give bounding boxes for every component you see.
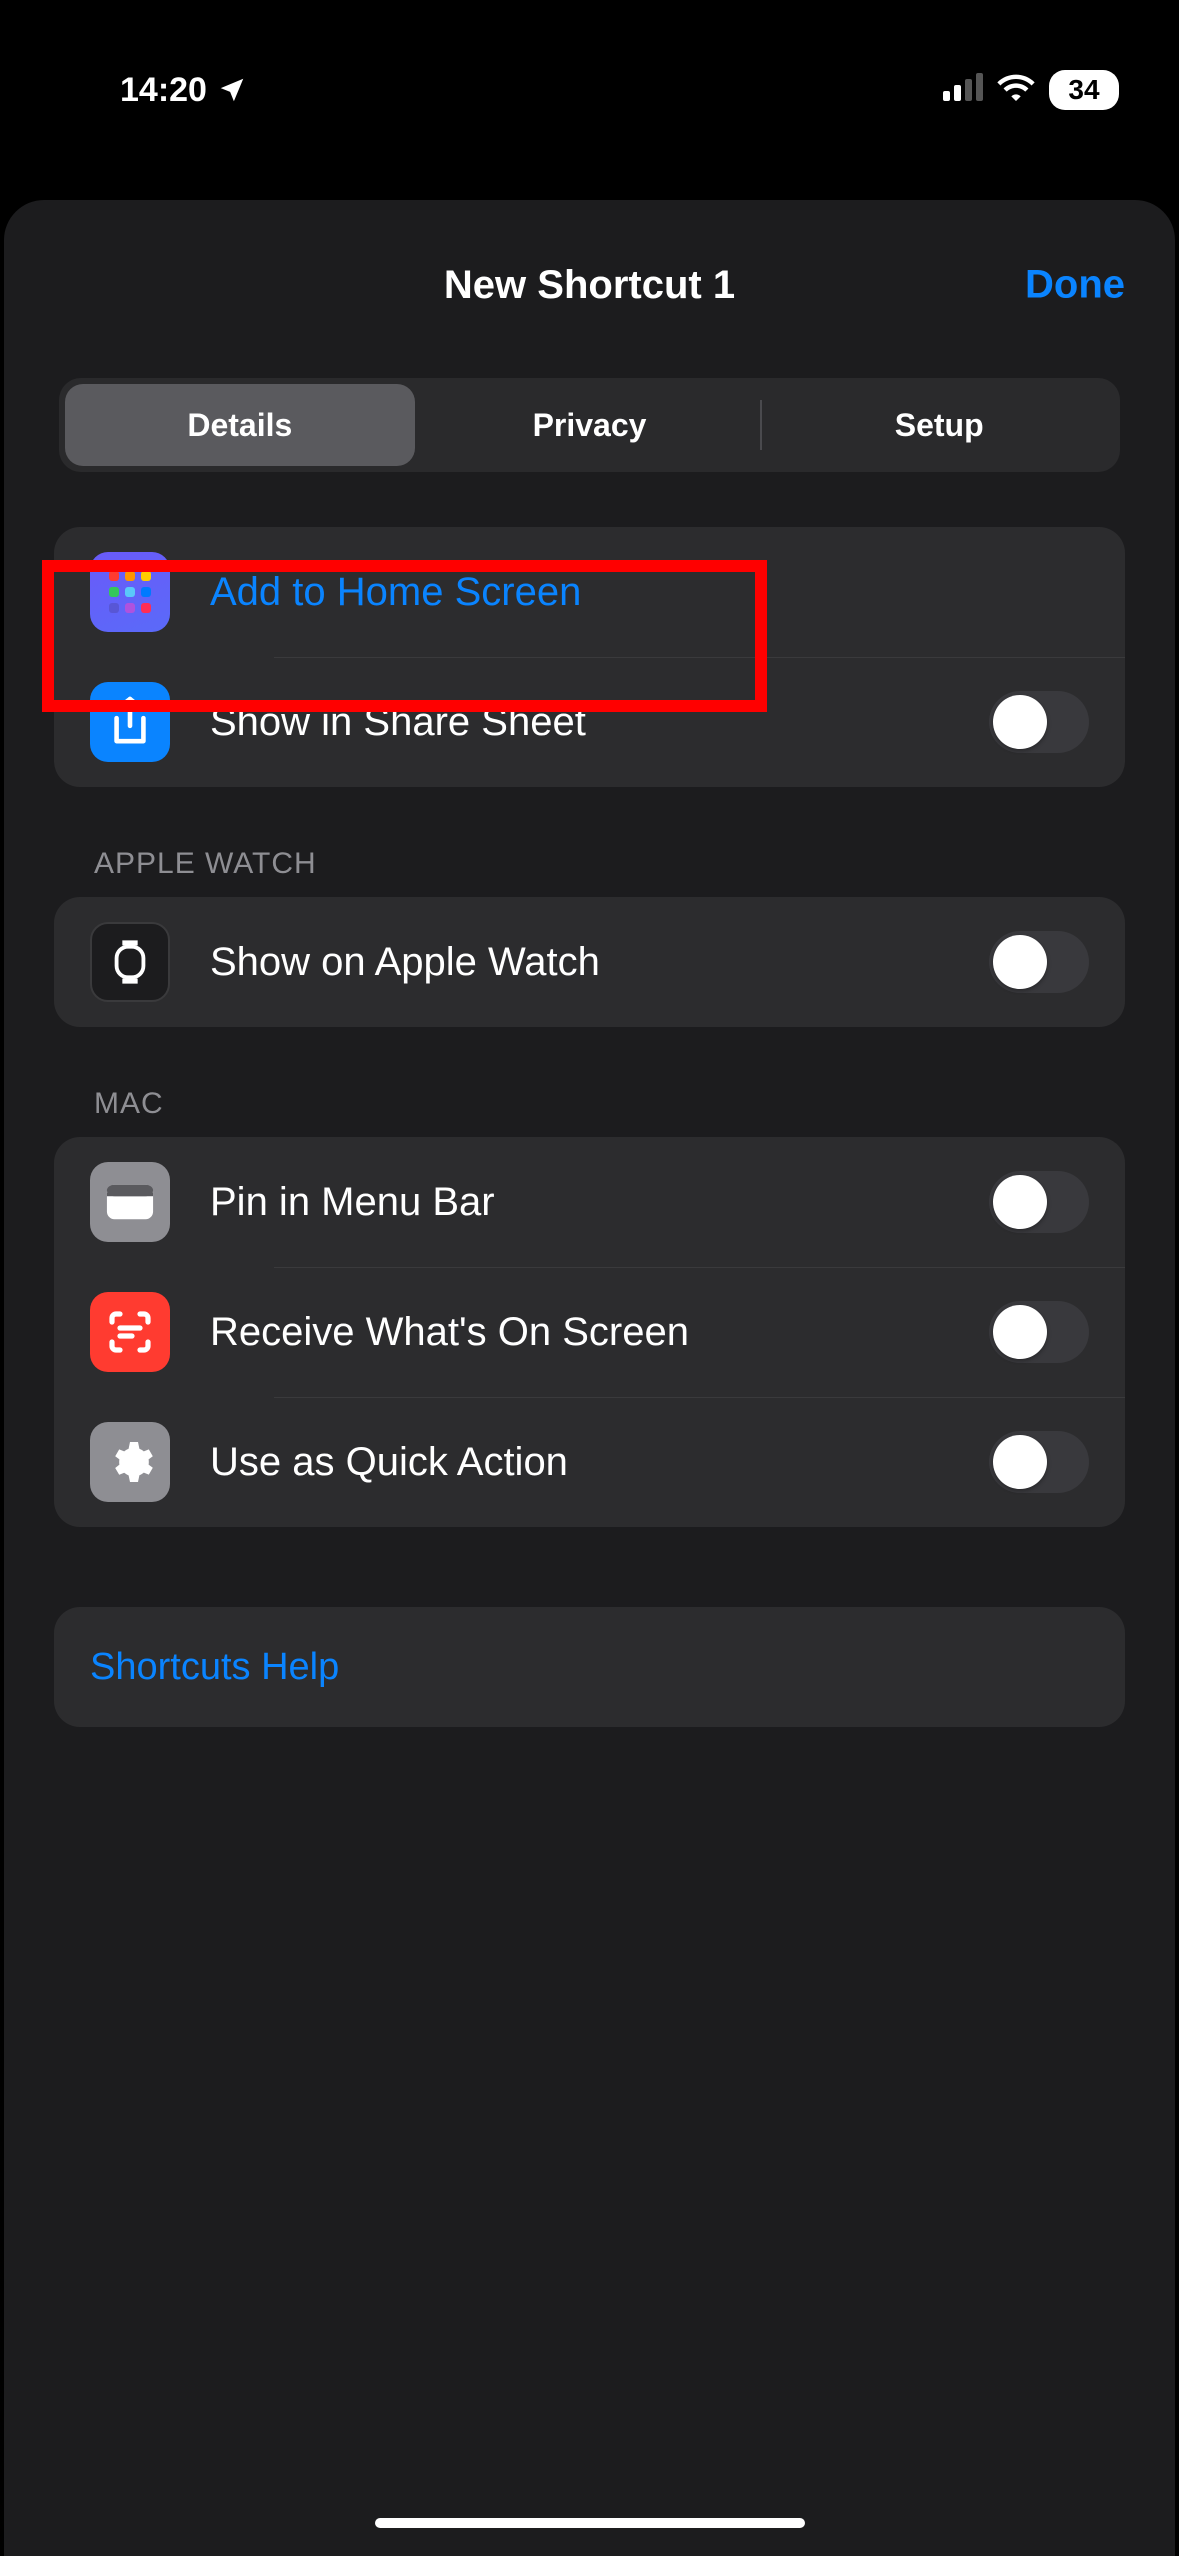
apple-watch-icon xyxy=(90,922,170,1002)
gear-icon xyxy=(90,1422,170,1502)
add-to-home-label: Add to Home Screen xyxy=(210,570,1089,615)
toggle-pin-menu[interactable] xyxy=(989,1171,1089,1233)
row-apple-watch[interactable]: Show on Apple Watch xyxy=(54,897,1125,1027)
receive-onscreen-label: Receive What's On Screen xyxy=(210,1310,949,1355)
shortcuts-help-label: Shortcuts Help xyxy=(90,1646,1089,1689)
settings-sheet: New Shortcut 1 Done Details Privacy Setu… xyxy=(4,200,1175,2556)
row-shortcuts-help[interactable]: Shortcuts Help xyxy=(54,1607,1125,1727)
apple-watch-label: Show on Apple Watch xyxy=(210,940,949,985)
row-add-to-home-screen[interactable]: Add to Home Screen xyxy=(54,527,1125,657)
row-quick-action[interactable]: Use as Quick Action xyxy=(54,1397,1125,1527)
menu-bar-icon xyxy=(90,1162,170,1242)
status-time: 14:20 xyxy=(120,71,207,110)
share-icon xyxy=(90,682,170,762)
quick-action-label: Use as Quick Action xyxy=(210,1440,949,1485)
sheet-title: New Shortcut 1 xyxy=(444,263,735,308)
battery-icon: 34 xyxy=(1049,70,1119,110)
group-main: Add to Home Screen Show in Share Sheet xyxy=(54,527,1125,787)
location-icon xyxy=(217,75,247,105)
tab-setup[interactable]: Setup xyxy=(764,384,1114,466)
row-share-sheet[interactable]: Show in Share Sheet xyxy=(54,657,1125,787)
app-grid-icon xyxy=(90,552,170,632)
tab-details[interactable]: Details xyxy=(65,384,415,466)
battery-percent: 34 xyxy=(1068,74,1099,106)
segmented-control[interactable]: Details Privacy Setup xyxy=(59,378,1120,472)
row-pin-menu-bar[interactable]: Pin in Menu Bar xyxy=(54,1137,1125,1267)
section-header-mac: Mac xyxy=(4,1087,1175,1137)
capture-screen-icon xyxy=(90,1292,170,1372)
status-right: 34 xyxy=(943,70,1119,110)
toggle-apple-watch[interactable] xyxy=(989,931,1089,993)
group-mac: Pin in Menu Bar Receive What's On Screen… xyxy=(54,1137,1125,1527)
toggle-receive-onscreen[interactable] xyxy=(989,1301,1089,1363)
pin-menu-label: Pin in Menu Bar xyxy=(210,1180,949,1225)
cellular-icon xyxy=(943,71,983,110)
toggle-quick-action[interactable] xyxy=(989,1431,1089,1493)
section-header-apple-watch: Apple Watch xyxy=(4,847,1175,897)
row-receive-onscreen[interactable]: Receive What's On Screen xyxy=(54,1267,1125,1397)
share-sheet-label: Show in Share Sheet xyxy=(210,700,949,745)
wifi-icon xyxy=(997,71,1035,110)
done-button[interactable]: Done xyxy=(1025,263,1125,308)
tab-privacy[interactable]: Privacy xyxy=(415,384,765,466)
sheet-header: New Shortcut 1 Done xyxy=(4,240,1175,330)
status-left: 14:20 xyxy=(120,71,247,110)
group-help: Shortcuts Help xyxy=(54,1607,1125,1727)
group-apple-watch: Show on Apple Watch xyxy=(54,897,1125,1027)
toggle-share-sheet[interactable] xyxy=(989,691,1089,753)
home-indicator[interactable] xyxy=(375,2518,805,2528)
status-bar: 14:20 34 xyxy=(0,0,1179,140)
